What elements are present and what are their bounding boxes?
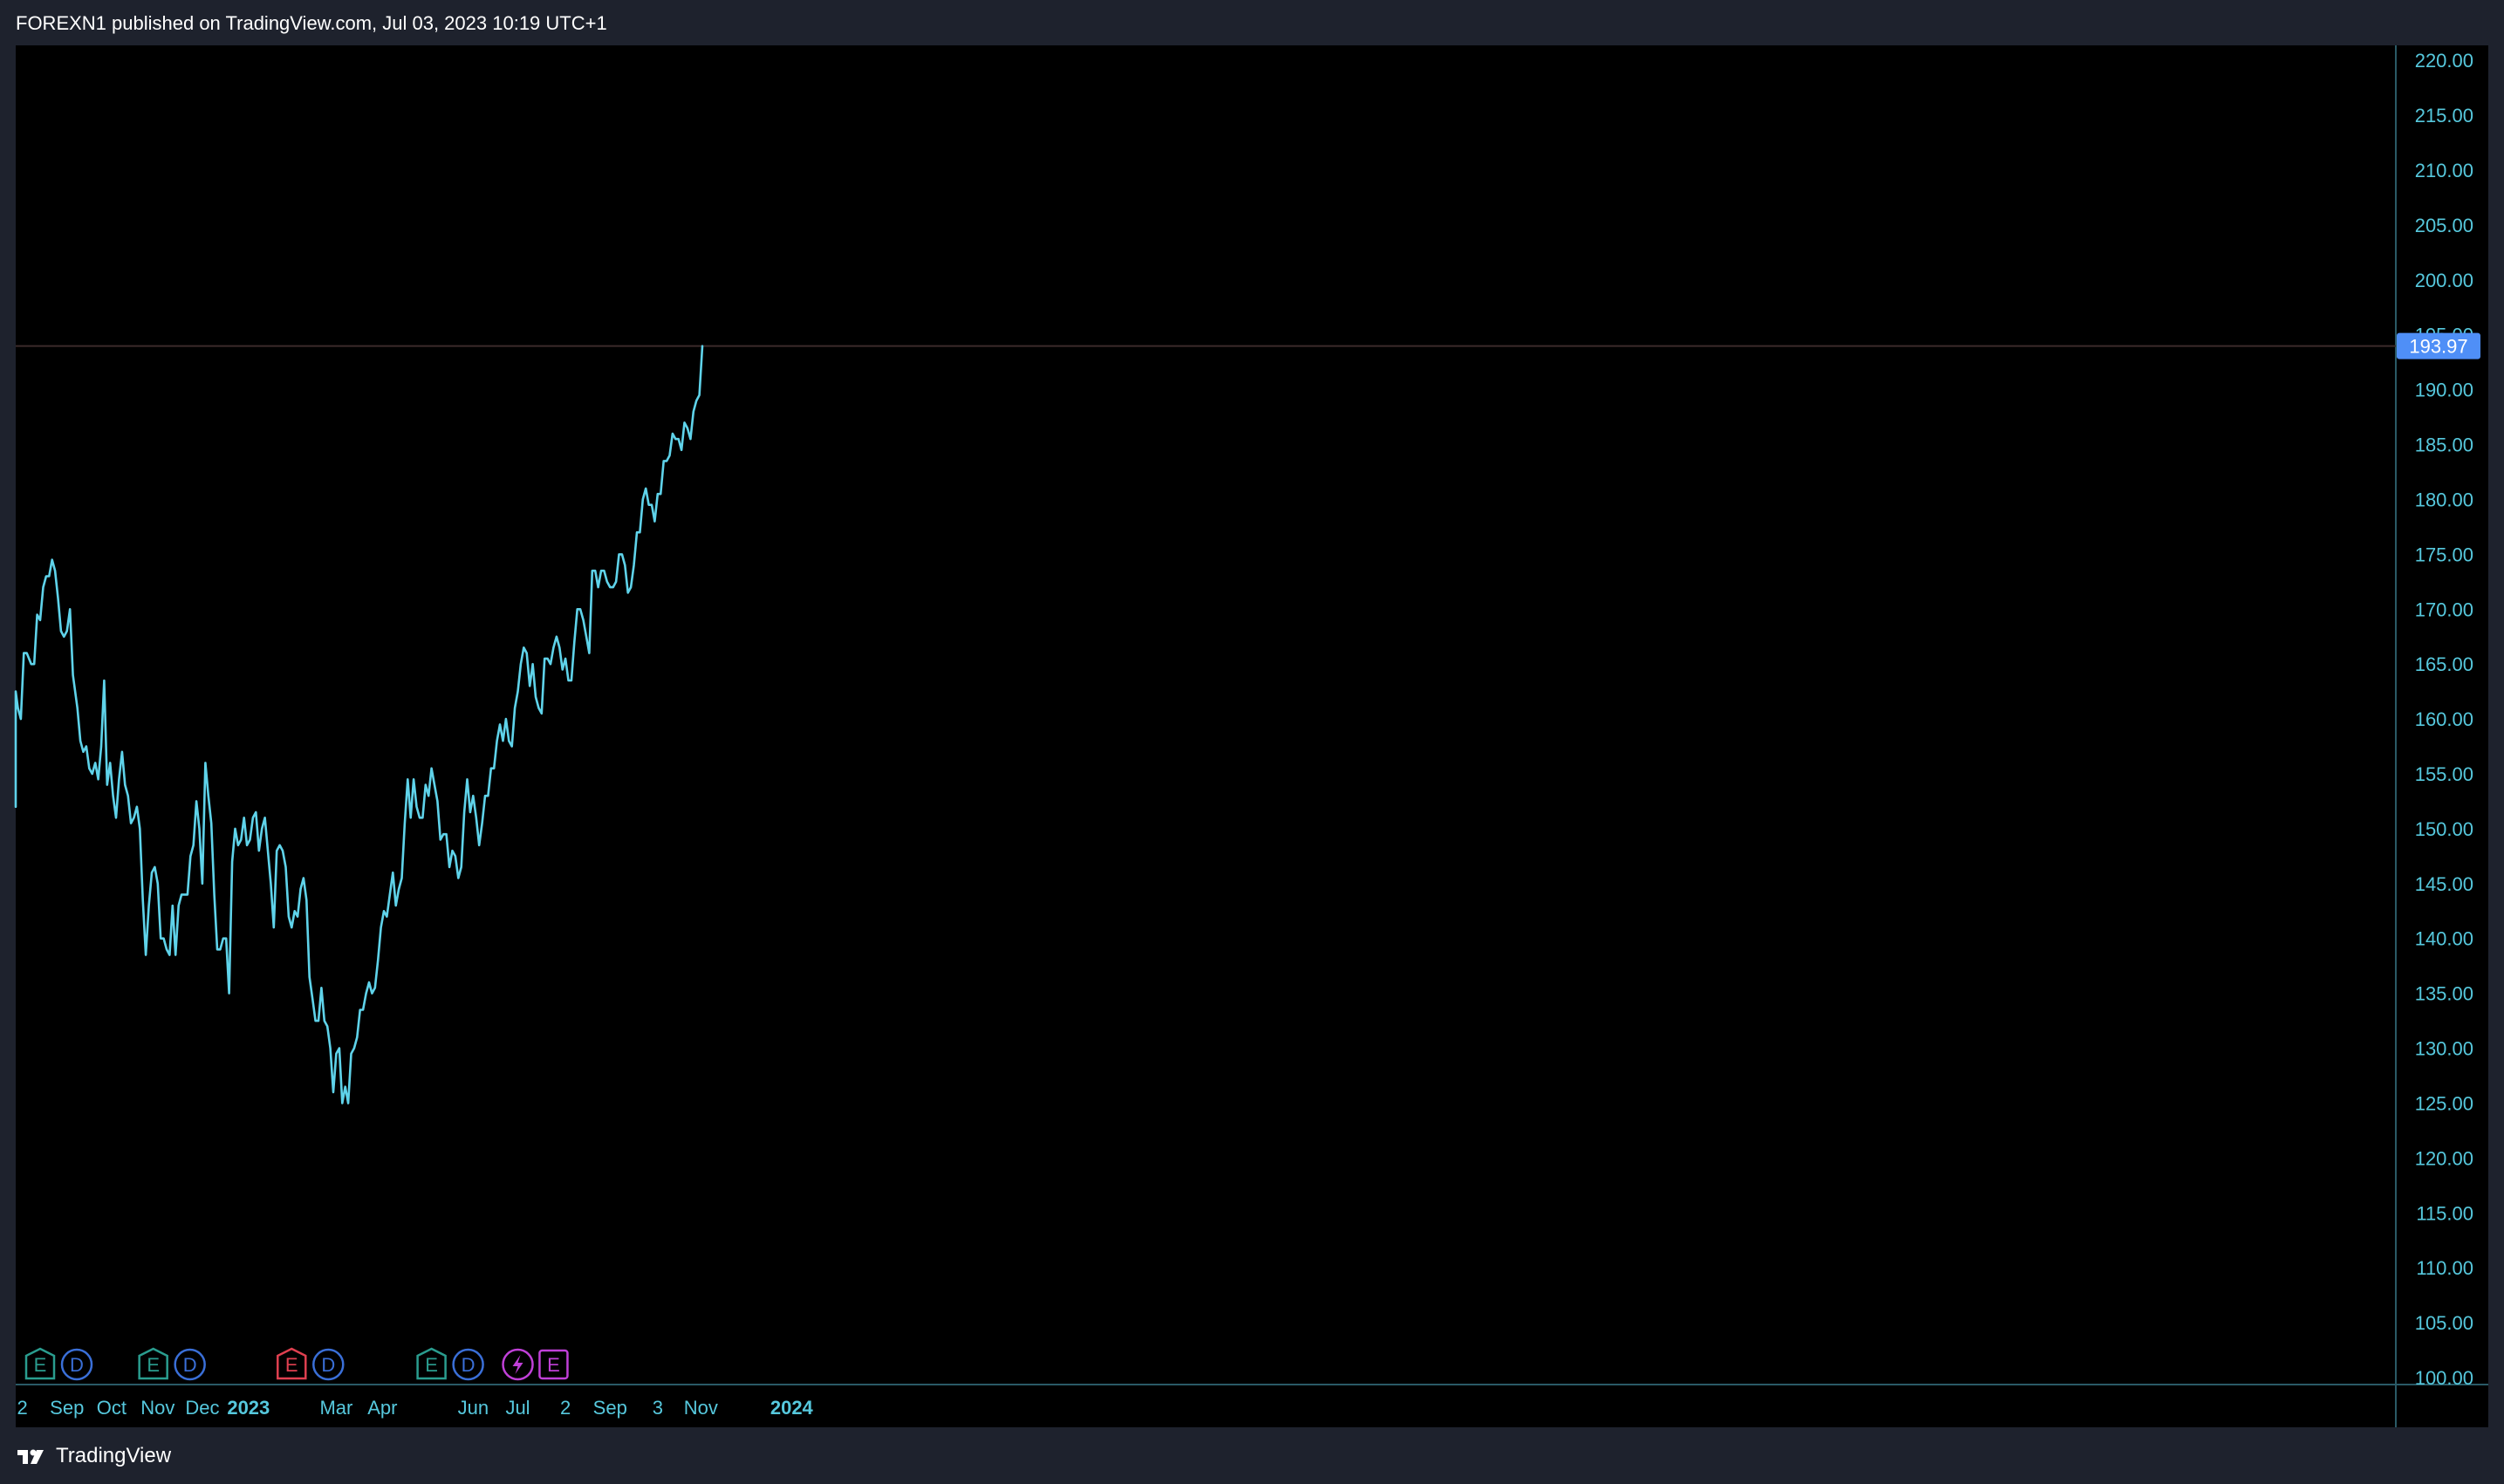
y-tick-label: 220.00 [2415,50,2473,72]
y-tick-label: 185.00 [2415,434,2473,456]
earnings-marker-letter: E [34,1354,47,1376]
earnings-marker-letter: E [285,1354,298,1376]
y-tick-label: 110.00 [2416,1257,2473,1279]
earnings-marker-letter: E [147,1354,160,1376]
y-tick-label: 155.00 [2415,763,2473,785]
y-tick-label: 150.00 [2415,818,2473,840]
y-tick-label: 130.00 [2415,1038,2473,1060]
x-tick-label: 2 [560,1397,571,1419]
x-tick-label: Nov [140,1397,174,1419]
y-tick-label: 135.00 [2415,983,2473,1005]
y-tick-label: 100.00 [2415,1367,2473,1389]
y-tick-label: 105.00 [2415,1312,2473,1334]
plot-area[interactable] [16,45,2396,1427]
dividend-marker-letter: D [462,1354,475,1376]
last-price-badge-label: 193.97 [2409,336,2467,358]
y-tick-label: 125.00 [2415,1092,2473,1114]
x-tick-label: Oct [97,1397,127,1419]
x-tick-label: Apr [367,1397,397,1419]
y-tick-label: 200.00 [2415,270,2473,291]
x-tick-label: Jun [458,1397,489,1419]
earnings-marker-letter: E [547,1354,560,1376]
y-tick-label: 165.00 [2415,653,2473,675]
y-tick-label: 140.00 [2415,928,2473,950]
x-tick-label: 2024 [770,1397,814,1419]
y-tick-label: 120.00 [2415,1147,2473,1169]
x-tick-label: Mar [319,1397,352,1419]
x-tick-label: Sep [593,1397,627,1419]
tradingview-logo-icon [17,1449,44,1464]
x-tick-label: 2 [17,1397,27,1419]
x-tick-label: 2023 [227,1397,270,1419]
y-tick-label: 215.00 [2415,105,2473,127]
last-price-badge-layer: 193.97 [2397,332,2480,359]
x-tick-label: 3 [653,1397,663,1419]
x-tick-label: Dec [185,1397,219,1419]
footer-bar [0,1427,2504,1484]
tradingview-brand-text: TradingView [56,1444,172,1467]
y-tick-label: 115.00 [2416,1202,2473,1224]
x-tick-label: Sep [50,1397,84,1419]
y-tick-label: 205.00 [2415,215,2473,236]
earnings-marker-letter: E [425,1354,438,1376]
dividend-marker-letter: D [70,1354,84,1376]
chart-canvas[interactable]: 100.00 105.00 110.00 115.00 120.00 125.00 130.… [0,0,2504,1427]
y-tick-label: 180.00 [2415,489,2473,510]
y-tick-label: 170.00 [2415,598,2473,620]
y-tick-label: 160.00 [2415,708,2473,730]
x-tick-label: Nov [684,1397,718,1419]
y-tick-label: 190.00 [2415,380,2473,401]
y-tick-label: 145.00 [2415,873,2473,895]
dividend-marker-letter: D [183,1354,197,1376]
y-tick-label: 175.00 [2415,544,2473,565]
y-tick-label: 210.00 [2415,160,2473,181]
tradingview-logo[interactable]: TradingView [16,1444,171,1468]
dividend-marker-letter: D [321,1354,335,1376]
x-tick-label: Jul [505,1397,530,1419]
